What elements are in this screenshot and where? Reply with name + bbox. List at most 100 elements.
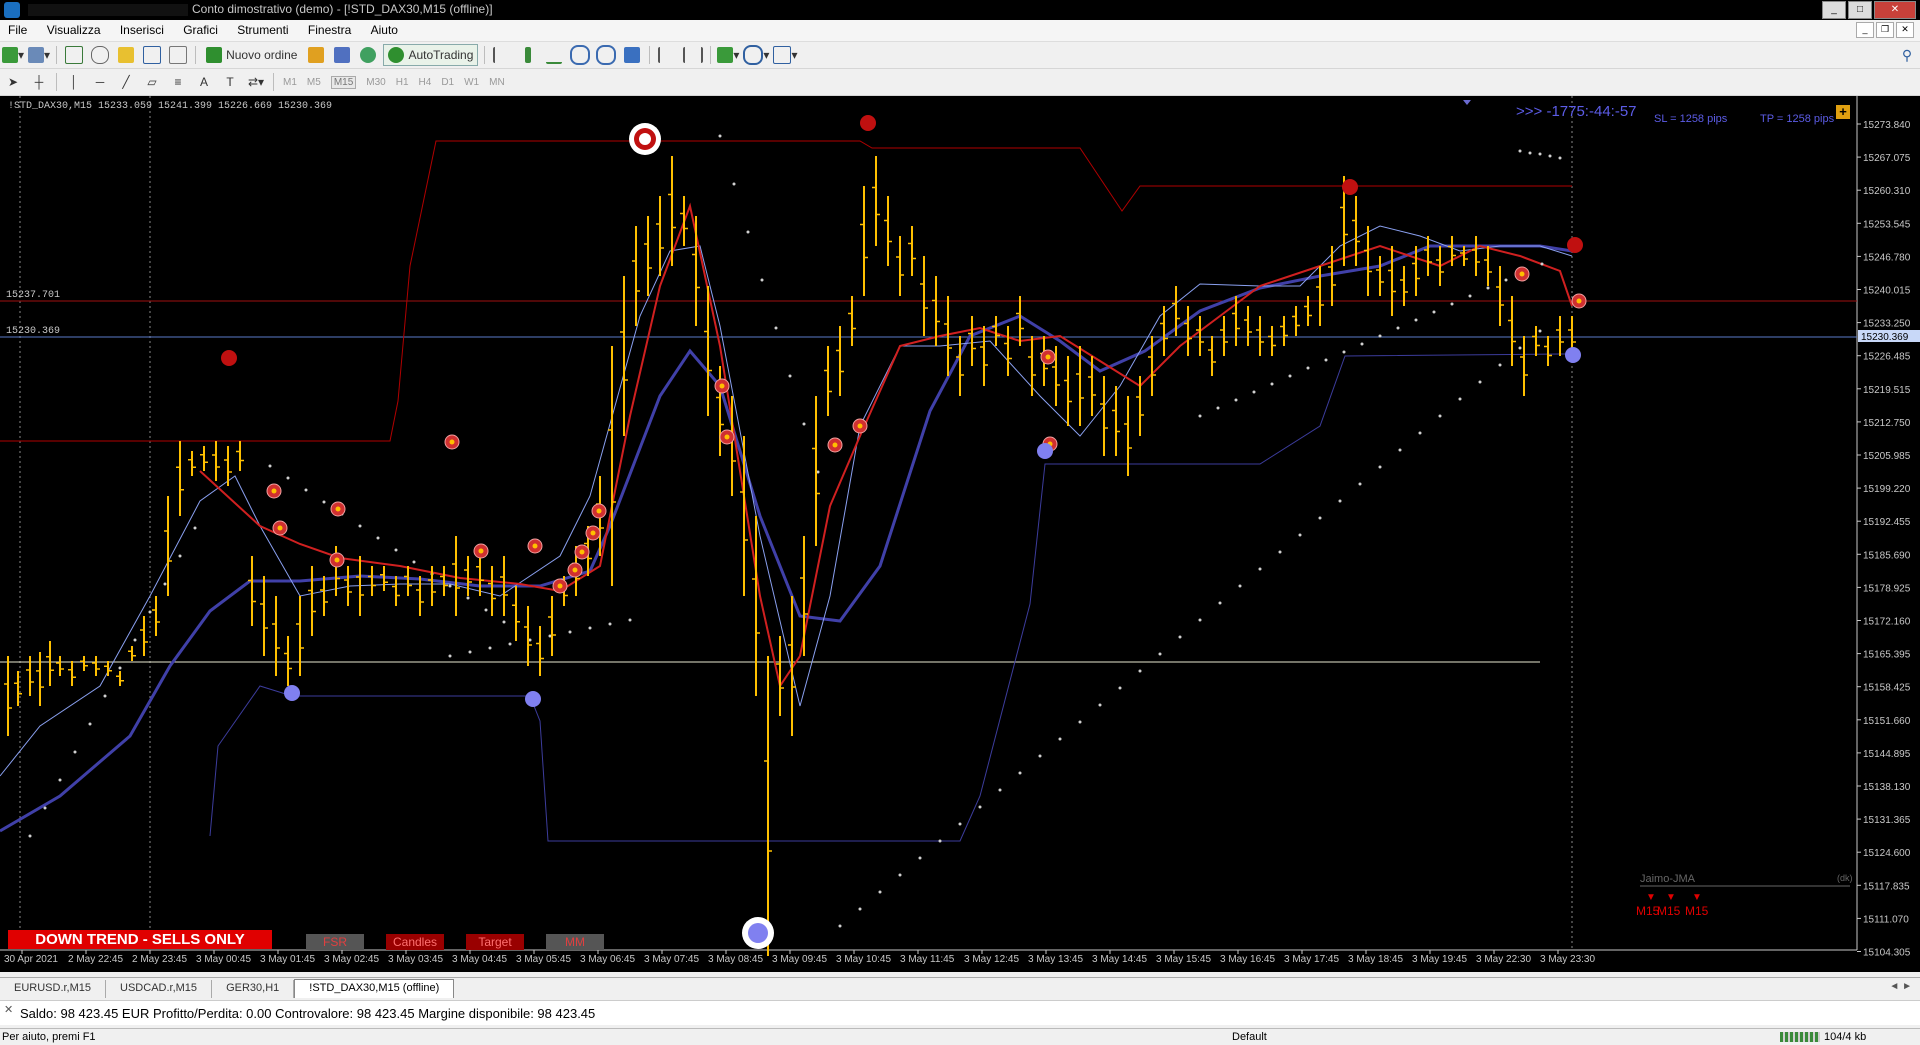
- cursor-button[interactable]: ➤: [2, 72, 24, 92]
- new-chart-button[interactable]: ▾: [2, 45, 24, 65]
- tab-scroll-arrows[interactable]: ◄ ►: [1889, 981, 1912, 992]
- profiles-button[interactable]: ▾: [28, 45, 50, 65]
- sar-dot: [1338, 499, 1342, 503]
- sar-dot: [88, 722, 92, 726]
- sar-dot: [1138, 669, 1142, 673]
- menu-insert[interactable]: Inserisci: [112, 20, 172, 40]
- tab-usdcad[interactable]: USDCAD.r,M15: [106, 980, 213, 998]
- timeframe-m5[interactable]: M5: [307, 77, 321, 88]
- current-price-label: 15230.369: [1861, 332, 1909, 343]
- crosshair-icon: [91, 46, 110, 64]
- market-watch-button[interactable]: [63, 45, 85, 65]
- timeframe-h1[interactable]: H1: [396, 77, 409, 88]
- time-tick-label: 3 May 16:45: [1220, 954, 1275, 965]
- time-tick-label: 3 May 00:45: [196, 954, 251, 965]
- trend-banner: DOWN TREND - SELLS ONLY: [8, 930, 272, 949]
- templates-icon: [773, 46, 792, 64]
- timeframe-m15[interactable]: M15: [330, 75, 357, 89]
- tile-windows-button[interactable]: [621, 45, 643, 65]
- tile-icon: [624, 47, 641, 63]
- target-button[interactable]: Target: [466, 934, 524, 950]
- price-tick-label: 15219.515: [1863, 385, 1911, 396]
- tab-ger30[interactable]: GER30,H1: [212, 980, 295, 998]
- minimize-button[interactable]: _: [1822, 1, 1846, 19]
- templates-button[interactable]: ▾: [773, 45, 797, 65]
- candlestick-button[interactable]: [517, 45, 539, 65]
- maximize-button[interactable]: □: [1848, 1, 1872, 19]
- mdi-close-button[interactable]: ✕: [1896, 22, 1914, 38]
- periods-button[interactable]: ▾: [743, 45, 769, 65]
- tab-eurusd[interactable]: EURUSD.r,M15: [0, 980, 107, 998]
- mdi-restore-button[interactable]: ❐: [1876, 22, 1894, 38]
- mm-button[interactable]: MM: [546, 934, 604, 950]
- fsr-button[interactable]: FSR: [306, 934, 364, 950]
- tab-dax30[interactable]: !STD_DAX30,M15 (offline): [294, 979, 455, 998]
- new-order-icon: [206, 47, 223, 63]
- time-tick-label: 3 May 18:45: [1348, 954, 1403, 965]
- take-profit-label: TP = 1258 pips: [1760, 113, 1835, 125]
- text-label-button[interactable]: T: [219, 72, 241, 92]
- sar-dot: [394, 548, 398, 552]
- candlestick-icon: [525, 47, 532, 63]
- zoom-out-button[interactable]: [595, 45, 617, 65]
- close-terminal-icon[interactable]: ✕: [4, 1003, 13, 1016]
- vertical-line-button[interactable]: │: [63, 72, 85, 92]
- vps-button[interactable]: [357, 45, 379, 65]
- trendline-button[interactable]: ╱: [115, 72, 137, 92]
- timeframe-m30[interactable]: M30: [366, 77, 385, 88]
- timeframe-h4[interactable]: H4: [419, 77, 432, 88]
- crosshair-icon: ┼: [34, 75, 44, 89]
- metaeditor-button[interactable]: [305, 45, 327, 65]
- terminal-button[interactable]: [141, 45, 163, 65]
- menu-file[interactable]: File: [0, 20, 35, 40]
- menu-view[interactable]: Visualizza: [39, 20, 109, 40]
- close-button[interactable]: ✕: [1874, 1, 1916, 19]
- arrows-button[interactable]: ⇄▾: [245, 72, 267, 92]
- timeframe-w1[interactable]: W1: [464, 77, 479, 88]
- sell-signal-center: [1045, 354, 1051, 360]
- trendline-icon: ╱: [122, 75, 130, 89]
- menu-tools[interactable]: Strumenti: [229, 20, 296, 40]
- sar-dot: [448, 584, 452, 588]
- sell-signal-center: [590, 530, 596, 536]
- sar-dot: [998, 788, 1002, 792]
- vertical-line-icon: │: [70, 75, 78, 89]
- mtf-label: M15: [1657, 904, 1681, 918]
- data-window-button[interactable]: [89, 45, 111, 65]
- price-chart[interactable]: 15273.840 15267.075 15260.310 15253.545 1524…: [0, 96, 1920, 972]
- zoom-in-button[interactable]: [569, 45, 591, 65]
- bar-chart-button[interactable]: [491, 45, 513, 65]
- crosshair-button[interactable]: ┼: [28, 72, 50, 92]
- candles-button[interactable]: Candles: [386, 934, 444, 950]
- navigator-button[interactable]: [115, 45, 137, 65]
- sar-dot: [1252, 390, 1256, 394]
- strategy-tester-button[interactable]: [167, 45, 189, 65]
- timeframe-mn[interactable]: MN: [489, 77, 505, 88]
- equidistant-channel-button[interactable]: ▱: [141, 72, 163, 92]
- sar-dot: [488, 646, 492, 650]
- sar-dot: [508, 642, 512, 646]
- redacted-account-box: [28, 3, 188, 16]
- expand-panel-button[interactable]: +: [1836, 105, 1850, 119]
- line-chart-button[interactable]: [543, 45, 565, 65]
- indicators-button[interactable]: ▾: [717, 45, 739, 65]
- text-button[interactable]: A: [193, 72, 215, 92]
- search-button[interactable]: ⚲: [1896, 45, 1918, 65]
- traffic-label: 104/4 kb: [1824, 1031, 1867, 1043]
- menu-window[interactable]: Finestra: [300, 20, 359, 40]
- timeframe-m1[interactable]: M1: [283, 77, 297, 88]
- new-order-button[interactable]: Nuovo ordine: [202, 45, 301, 65]
- mdi-minimize-button[interactable]: _: [1856, 22, 1874, 38]
- horizontal-line-button[interactable]: ─: [89, 72, 111, 92]
- timeframe-d1[interactable]: D1: [441, 77, 454, 88]
- sell-marker: [1342, 179, 1358, 195]
- menu-help[interactable]: Aiuto: [363, 20, 406, 40]
- signals-button[interactable]: [331, 45, 353, 65]
- menu-charts[interactable]: Grafici: [175, 20, 226, 40]
- sar-dot: [1398, 448, 1402, 452]
- autoscroll-button[interactable]: [682, 45, 704, 65]
- sar-dot: [1198, 414, 1202, 418]
- chart-shift-button[interactable]: [656, 45, 678, 65]
- autotrading-button[interactable]: AutoTrading: [383, 44, 479, 66]
- fibonacci-button[interactable]: ≡: [167, 72, 189, 92]
